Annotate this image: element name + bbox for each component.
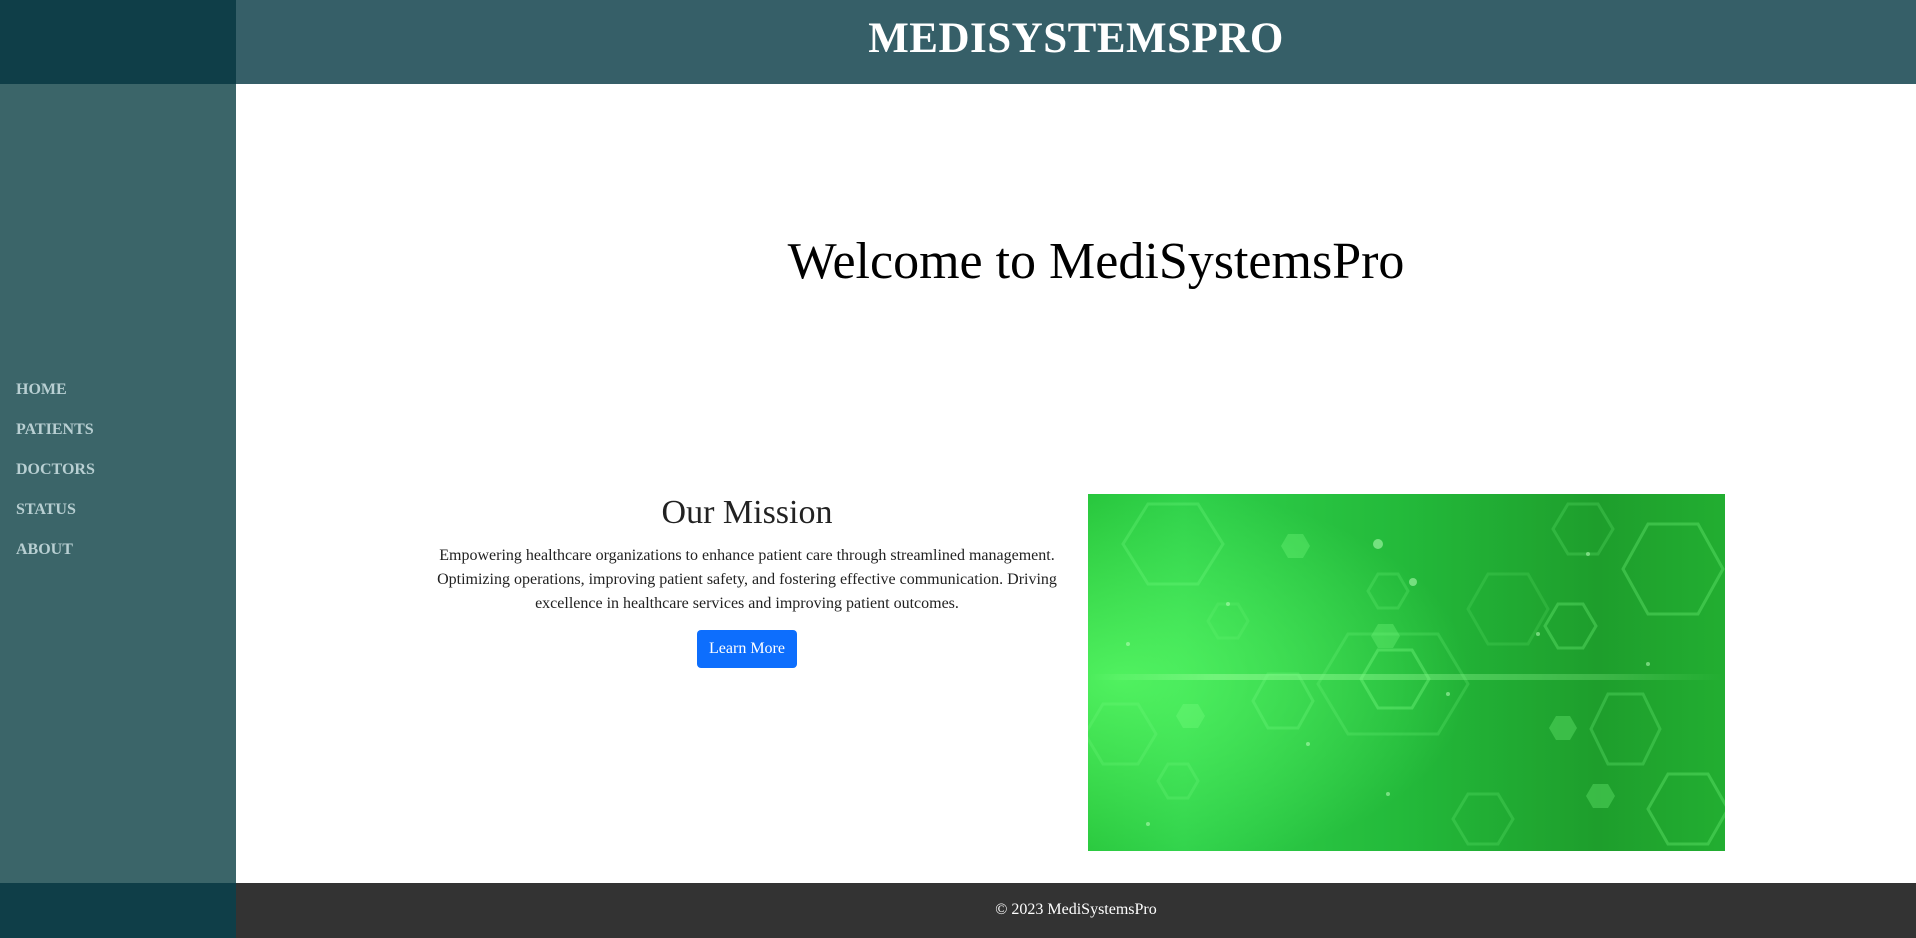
main-content: Welcome to MediSystemsPro Our Mission Em…	[236, 84, 1916, 883]
header: MEDISYSTEMSPRO	[236, 0, 1916, 84]
footer-copyright: © 2023 MediSystemsPro	[995, 900, 1157, 918]
sidebar-item-status[interactable]: STATUS	[16, 496, 95, 536]
sidebar-item-home[interactable]: HOME	[16, 376, 95, 416]
sidebar: HOME PATIENTS DOCTORS STATUS ABOUT	[0, 84, 236, 883]
mission-text: Empowering healthcare organizations to e…	[437, 547, 1057, 612]
sidebar-item-about[interactable]: ABOUT	[16, 536, 95, 576]
green-hexagon-pattern-image	[1088, 494, 1725, 851]
learn-more-button[interactable]: Learn More	[697, 630, 797, 668]
page: MEDISYSTEMSPRO HOME PATIENTS DOCTORS STA…	[0, 0, 1916, 938]
footer: © 2023 MediSystemsPro	[236, 883, 1916, 938]
hero-title: Welcome to MediSystemsPro	[787, 233, 1405, 290]
site-title: MEDISYSTEMSPRO	[868, 14, 1284, 62]
sidebar-item-patients[interactable]: PATIENTS	[16, 416, 95, 456]
mission-heading: Our Mission	[661, 494, 833, 531]
hexagon-pattern-graphic	[1088, 494, 1725, 851]
sidebar-item-doctors[interactable]: DOCTORS	[16, 456, 95, 496]
sidebar-nav: HOME PATIENTS DOCTORS STATUS ABOUT	[16, 376, 95, 576]
top-left-brand-block	[0, 0, 236, 84]
mission-section: Our Mission Empowering healthcare organi…	[432, 494, 1062, 668]
footer-left-block	[0, 883, 236, 938]
